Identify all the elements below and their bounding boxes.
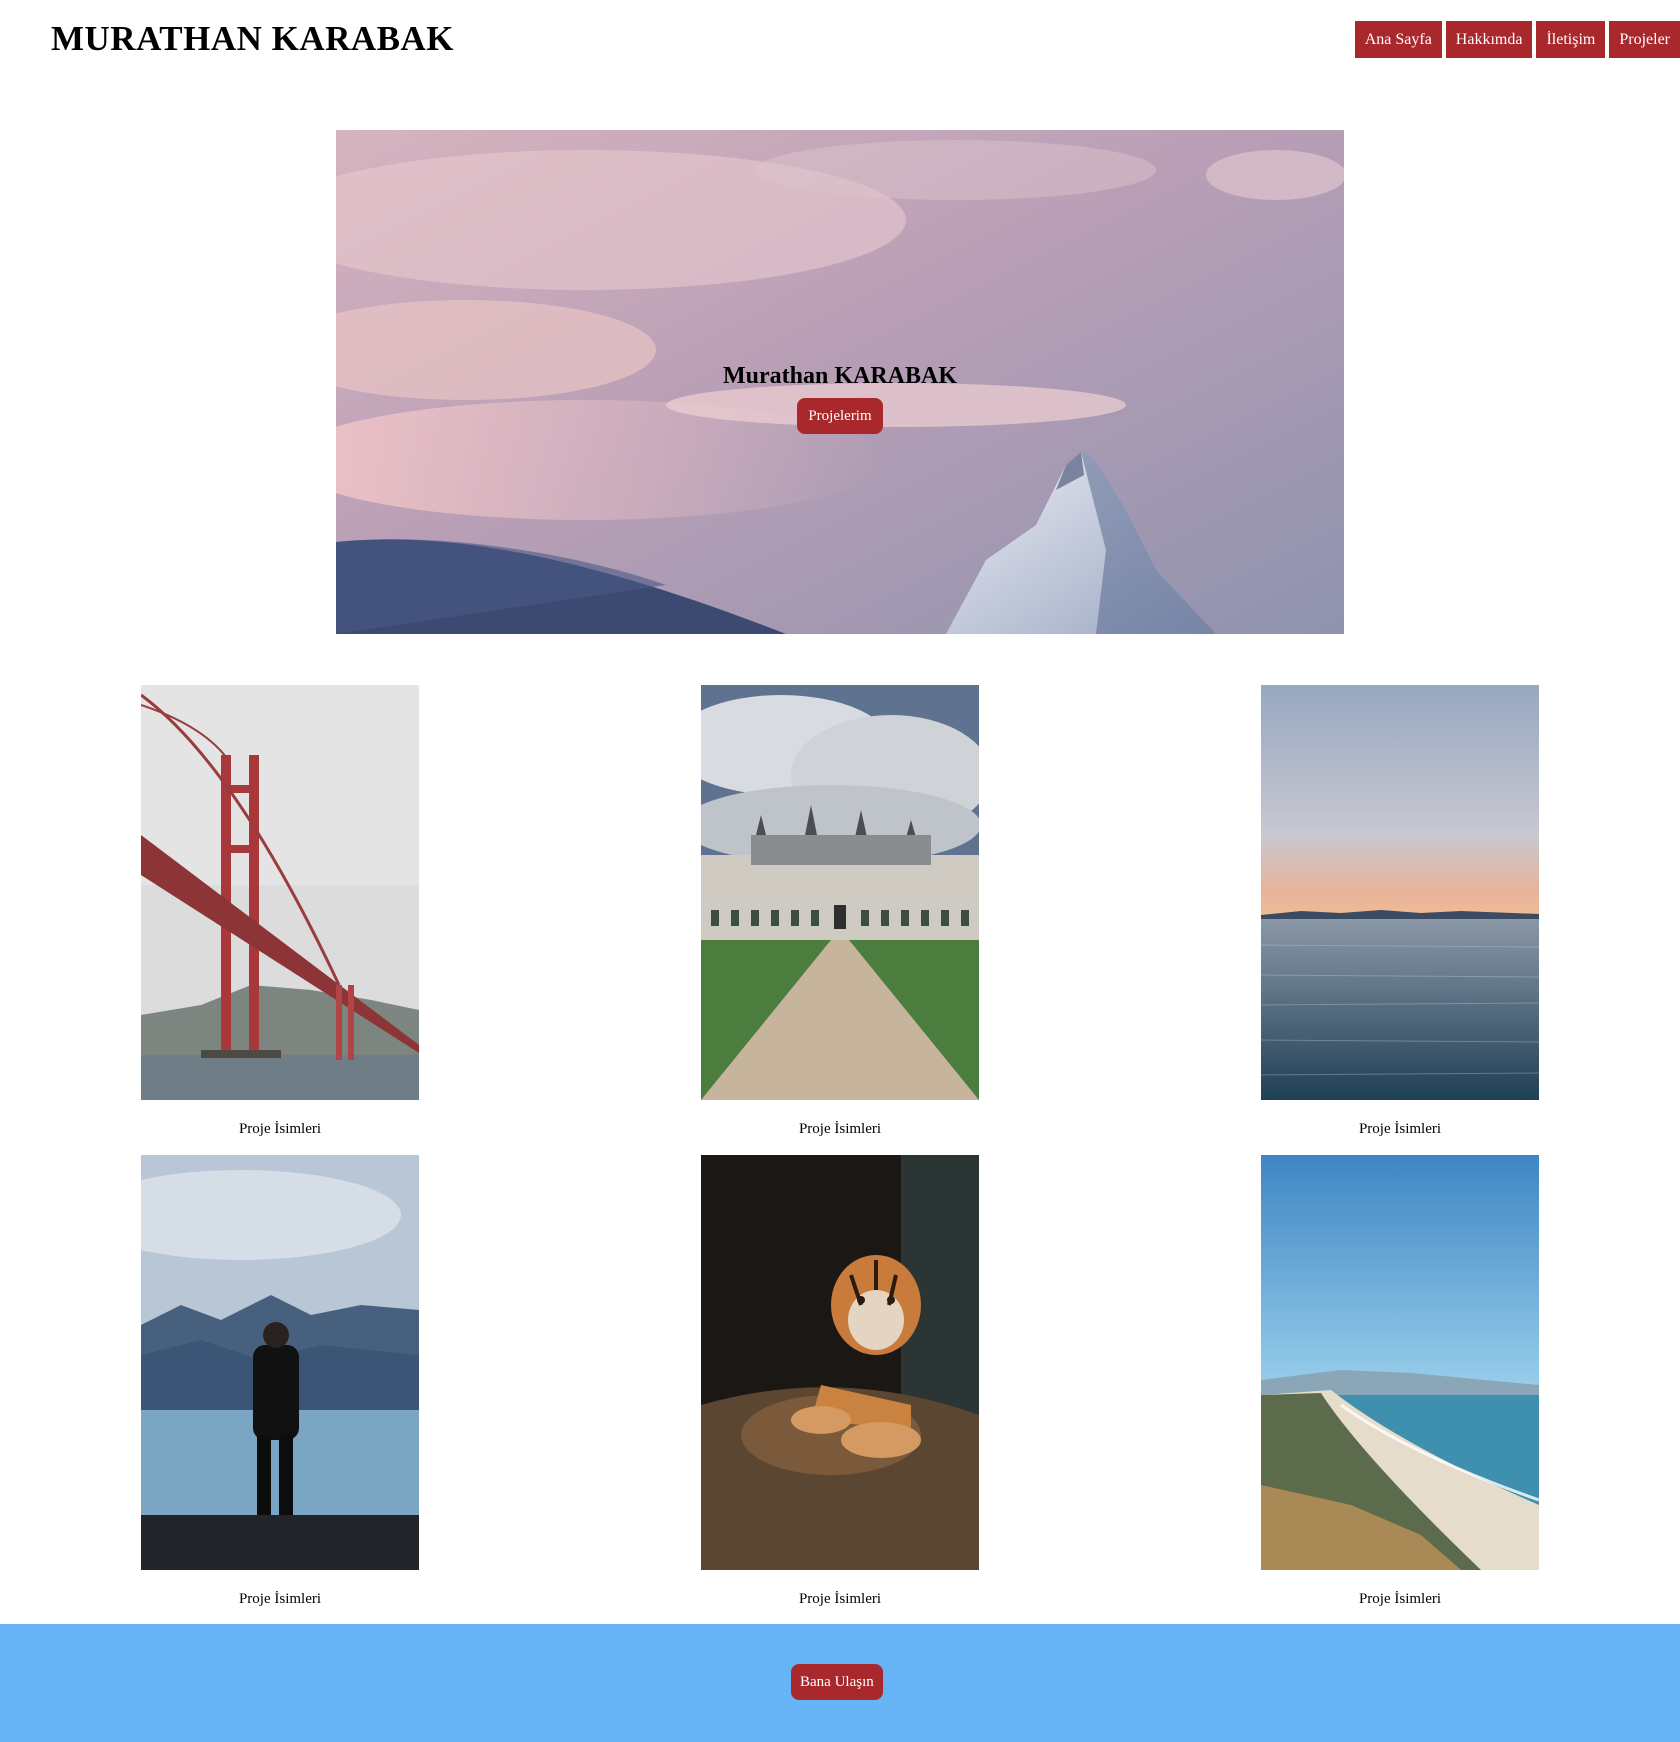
project-caption: Proje İsimleri xyxy=(1358,1591,1442,1607)
tiger-cub-image xyxy=(701,1155,979,1570)
project-caption: Proje İsimleri xyxy=(798,1121,882,1137)
chateau-image xyxy=(701,685,979,1100)
project-caption: Proje İsimleri xyxy=(238,1121,322,1137)
golden-gate-bridge-image xyxy=(141,685,419,1100)
project-caption: Proje İsimleri xyxy=(238,1591,322,1607)
contact-me-button[interactable]: Bana Ulaşın xyxy=(791,1664,883,1700)
hero-content: Murathan KARABAK Projelerim xyxy=(336,360,1344,434)
project-card[interactable]: Proje İsimleri xyxy=(141,685,419,1139)
footer: Bana Ulaşın xyxy=(0,1624,1680,1742)
nav-home[interactable]: Ana Sayfa xyxy=(1354,21,1442,58)
coastline-image xyxy=(1261,1155,1539,1570)
project-card[interactable]: Proje İsimleri xyxy=(701,1155,979,1609)
man-by-lake-image xyxy=(141,1155,419,1570)
project-card[interactable]: Proje İsimleri xyxy=(1261,1155,1539,1609)
hero-banner: Murathan KARABAK Projelerim xyxy=(336,130,1344,634)
nav-projects[interactable]: Projeler xyxy=(1609,21,1680,58)
site-title: MURATHAN KARABAK xyxy=(51,19,455,58)
main-nav: Ana Sayfa Hakkımda İletişim Projeler xyxy=(1354,21,1680,58)
nav-about[interactable]: Hakkımda xyxy=(1445,21,1533,58)
project-card[interactable]: Proje İsimleri xyxy=(141,1155,419,1609)
project-caption: Proje İsimleri xyxy=(1358,1121,1442,1137)
nav-contact[interactable]: İletişim xyxy=(1536,21,1606,58)
project-caption: Proje İsimleri xyxy=(798,1591,882,1607)
sea-horizon-image xyxy=(1261,685,1539,1100)
project-card[interactable]: Proje İsimleri xyxy=(701,685,979,1139)
project-card[interactable]: Proje İsimleri xyxy=(1261,685,1539,1139)
projects-button[interactable]: Projelerim xyxy=(797,398,883,434)
hero-title: Murathan KARABAK xyxy=(722,363,957,389)
